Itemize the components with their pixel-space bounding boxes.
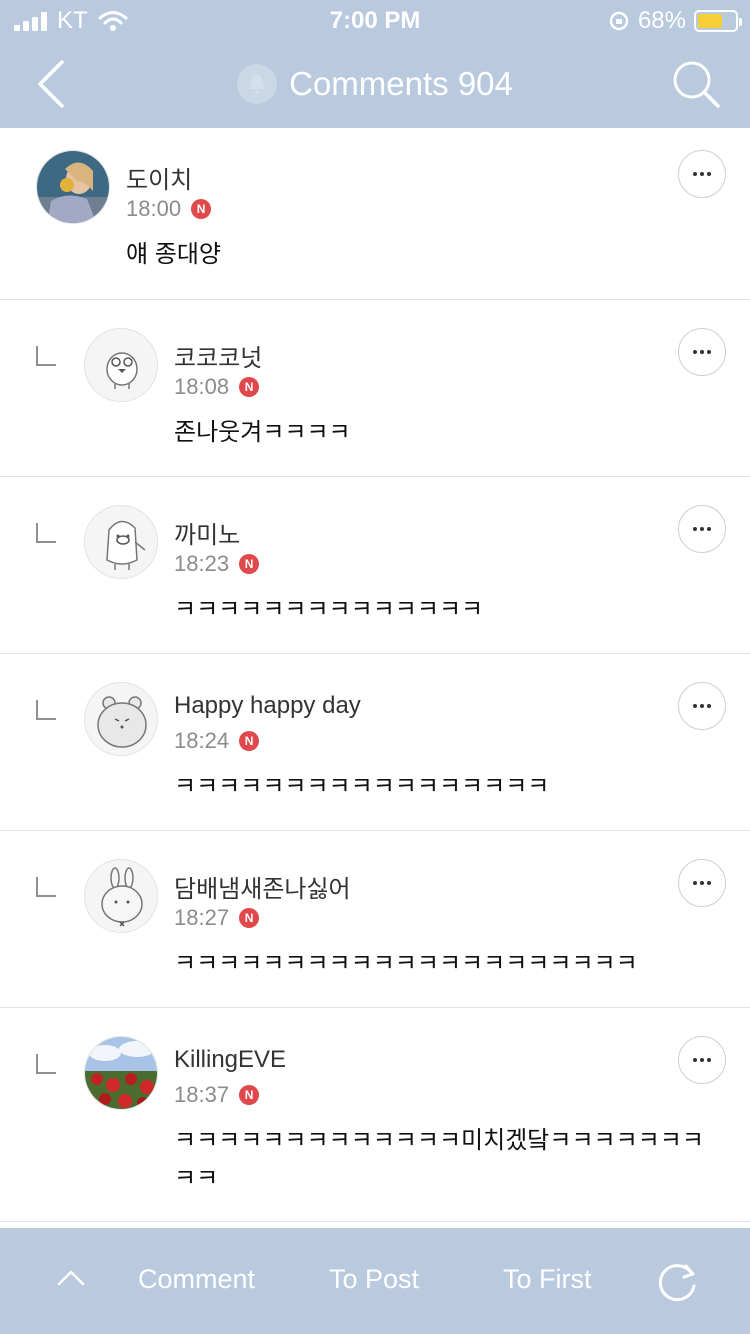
author-name[interactable]: 까미노 — [174, 515, 240, 550]
reply-indicator-icon — [36, 1054, 56, 1074]
battery-percent: 68% — [637, 7, 686, 34]
more-options-button[interactable] — [678, 1036, 726, 1084]
nav-title-group: Comments 904 — [0, 64, 750, 104]
orientation-lock-icon — [609, 11, 629, 31]
comment-meta: 18:37 N — [174, 1082, 260, 1108]
photo-woman-icon[interactable] — [36, 150, 110, 224]
battery-fill — [698, 14, 723, 28]
comment-text: ㅋㅋㅋㅋㅋㅋㅋㅋㅋㅋㅋㅋㅋㅋ — [174, 596, 484, 623]
new-badge: N — [239, 908, 260, 928]
comment-item: 도이치 18:00 N 얘 종대양 — [0, 128, 750, 300]
to-first-button[interactable]: To First — [503, 1264, 592, 1295]
comment-item: KillingEVE 18:37 N ㅋㅋㅋㅋㅋㅋㅋㅋㅋㅋㅋㅋㅋ미치겠닼ㅋㅋㅋㅋ… — [0, 1008, 750, 1222]
battery-icon — [694, 10, 742, 32]
comment-meta: 18:08 N — [174, 374, 260, 400]
comment-time: 18:37 — [174, 1082, 230, 1107]
new-badge: N — [239, 1085, 260, 1105]
comment-time: 18:00 — [126, 196, 182, 221]
more-options-button[interactable] — [678, 328, 726, 376]
author-name[interactable]: Happy happy day — [174, 692, 361, 720]
new-badge: N — [239, 377, 260, 397]
bunny-character-icon[interactable] — [84, 859, 158, 933]
more-options-button[interactable] — [678, 682, 726, 730]
comment-meta: 18:23 N — [174, 551, 260, 577]
comment-time: 18:27 — [174, 905, 230, 930]
reply-indicator-icon — [36, 523, 56, 543]
comment-text: 존나웃겨ㅋㅋㅋㅋ — [174, 419, 351, 446]
reply-indicator-icon — [36, 700, 56, 720]
penguin-character-icon[interactable] — [84, 505, 158, 579]
author-name[interactable]: 도이치 — [126, 160, 192, 195]
chevron-up-icon[interactable] — [56, 1266, 86, 1290]
reply-indicator-icon — [36, 877, 56, 897]
comment-meta: 18:27 N — [174, 905, 260, 931]
comment-time: 18:08 — [174, 374, 230, 399]
comment-text: ㅋㅋㅋㅋㅋㅋㅋㅋㅋㅋㅋㅋㅋㅋㅋㅋㅋㅋㅋㅋㅋ — [174, 950, 638, 977]
author-name[interactable]: 코코코넛 — [174, 338, 262, 373]
comment-time: 18:23 — [174, 551, 230, 576]
comment-button[interactable]: Comment — [138, 1264, 255, 1295]
search-icon[interactable] — [670, 58, 722, 110]
more-options-button[interactable] — [678, 505, 726, 553]
bear-character-icon[interactable] — [84, 682, 158, 756]
status-bar: KT 7:00 PM 68% — [0, 0, 750, 40]
author-name[interactable]: KillingEVE — [174, 1046, 286, 1074]
comment-meta: 18:00 N — [126, 196, 212, 222]
comment-item: 코코코넛 18:08 N 존나웃겨ㅋㅋㅋㅋ — [0, 300, 750, 477]
more-options-button[interactable] — [678, 150, 726, 198]
comment-text: ㅋㅋㅋㅋㅋㅋㅋㅋㅋㅋㅋㅋㅋㅋㅋㅋㅋ — [174, 773, 550, 800]
bell-icon[interactable] — [237, 64, 278, 104]
comment-time: 18:24 — [174, 728, 230, 753]
comment-meta: 18:24 N — [174, 728, 260, 754]
chick-character-icon[interactable] — [84, 328, 158, 402]
new-badge: N — [239, 731, 260, 751]
comment-text: ㅋㅋㅋㅋㅋㅋㅋㅋㅋㅋㅋㅋㅋ미치겠닼ㅋㅋㅋㅋㅋㅋㅋㅋㅋ — [174, 1127, 704, 1192]
page-title: Comments 904 — [289, 65, 513, 102]
author-name[interactable]: 담배냄새존나싫어 — [174, 869, 351, 904]
comment-item: Happy happy day 18:24 N ㅋㅋㅋㅋㅋㅋㅋㅋㅋㅋㅋㅋㅋㅋㅋㅋ… — [0, 654, 750, 831]
photo-roses-icon[interactable] — [84, 1036, 158, 1110]
top-bar: KT 7:00 PM 68% Comments 904 — [0, 0, 750, 128]
new-badge: N — [191, 199, 212, 219]
more-options-button[interactable] — [678, 859, 726, 907]
refresh-icon[interactable] — [656, 1260, 700, 1304]
comment-text: 얘 종대양 — [126, 241, 221, 268]
reply-indicator-icon — [36, 346, 56, 366]
comment-list: 도이치 18:00 N 얘 종대양 코코코넛 18:08 N 존나웃겨ㅋㅋㅋㅋ — [0, 128, 750, 1222]
nav-bar: Comments 904 — [0, 40, 750, 128]
comment-item: 까미노 18:23 N ㅋㅋㅋㅋㅋㅋㅋㅋㅋㅋㅋㅋㅋㅋ — [0, 477, 750, 654]
to-post-button[interactable]: To Post — [329, 1264, 419, 1295]
status-right: 68% — [608, 7, 742, 35]
comment-item: 담배냄새존나싫어 18:27 N ㅋㅋㅋㅋㅋㅋㅋㅋㅋㅋㅋㅋㅋㅋㅋㅋㅋㅋㅋㅋㅋ — [0, 831, 750, 1008]
bottom-toolbar: Comment To Post To First — [0, 1228, 750, 1334]
new-badge: N — [239, 554, 260, 574]
